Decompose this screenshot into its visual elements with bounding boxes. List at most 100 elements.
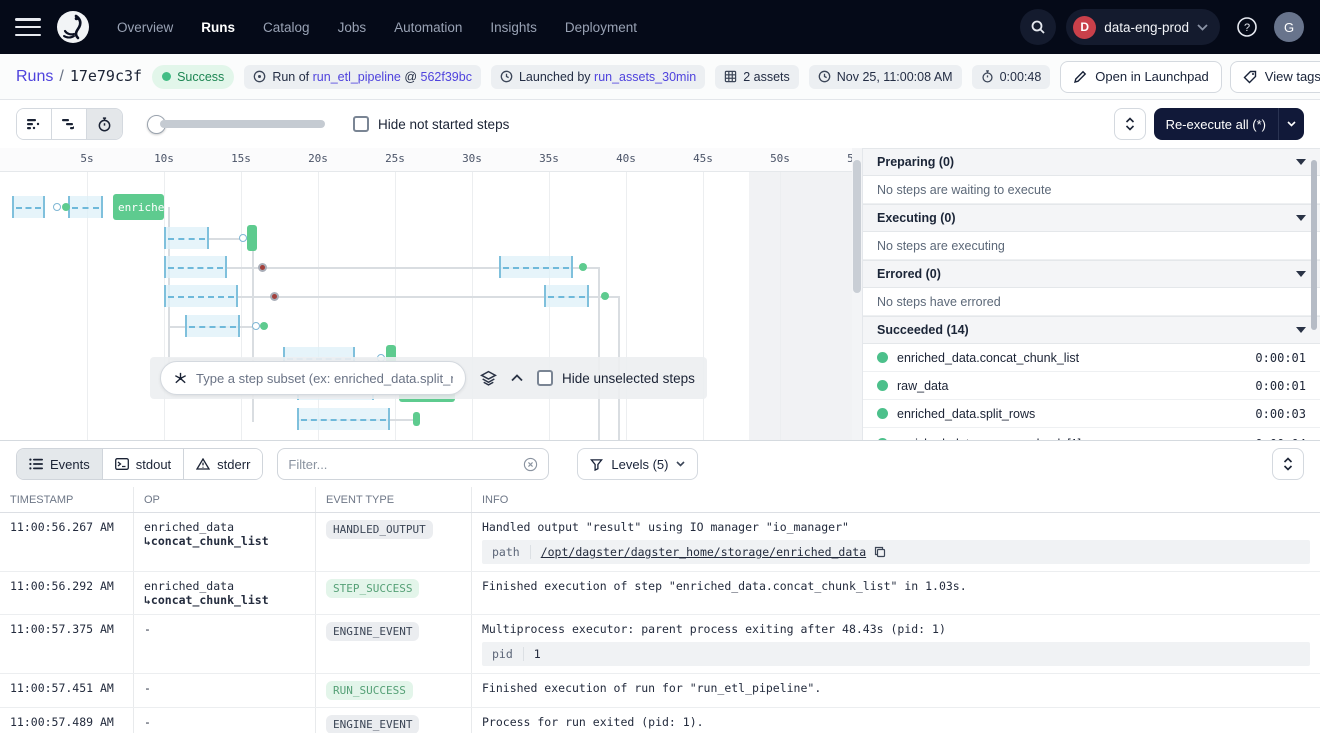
gantt-waiting-box[interactable] bbox=[297, 408, 390, 430]
section-executing[interactable]: Executing (0) bbox=[863, 204, 1320, 232]
section-preparing[interactable]: Preparing (0) bbox=[863, 148, 1320, 176]
levels-filter-button[interactable]: Levels (5) bbox=[577, 448, 699, 480]
gantt-zoom-slider[interactable] bbox=[147, 114, 325, 134]
event-type-badge: ENGINE_EVENT bbox=[326, 715, 420, 733]
tag-start-time: Nov 25, 11:00:08 AM bbox=[808, 64, 962, 89]
collapse-overlay-button[interactable] bbox=[511, 374, 523, 382]
copy-icon[interactable] bbox=[874, 546, 886, 558]
tab-stdout[interactable]: stdout bbox=[102, 449, 185, 479]
schedule-link[interactable]: run_assets_30min bbox=[594, 70, 696, 84]
gantt-waiting-box[interactable] bbox=[499, 256, 573, 278]
gantt-waiting-box[interactable] bbox=[185, 315, 240, 337]
gantt-waiting-box[interactable] bbox=[544, 285, 589, 307]
reexecute-all-button[interactable]: Re-execute all (*) bbox=[1154, 117, 1278, 132]
nav-catalog[interactable]: Catalog bbox=[263, 20, 310, 35]
slider-track[interactable] bbox=[160, 120, 325, 128]
event-row[interactable]: 11:00:56.292 AM enriched_data ↳concat_ch… bbox=[0, 572, 1320, 615]
log-filter-input[interactable] bbox=[288, 456, 516, 472]
gantt-axis-tick: 45s bbox=[693, 152, 713, 165]
gantt-gridline bbox=[472, 172, 473, 440]
step-row[interactable]: enriched_data.process_chunk [1] 0:00:04 bbox=[863, 430, 1320, 440]
chevron-down-icon bbox=[1296, 271, 1306, 277]
expand-collapse-button[interactable] bbox=[1113, 108, 1146, 140]
gantt-waiting-box[interactable] bbox=[12, 196, 45, 218]
step-subset-input[interactable] bbox=[196, 370, 453, 386]
nav-insights[interactable]: Insights bbox=[490, 20, 537, 35]
user-avatar[interactable]: G bbox=[1274, 12, 1304, 42]
breadcrumb-runs-link[interactable]: Runs bbox=[16, 68, 53, 86]
clock-icon bbox=[818, 70, 831, 83]
tab-events[interactable]: Events bbox=[17, 449, 103, 479]
tag-icon bbox=[1243, 70, 1256, 83]
success-dot-icon bbox=[877, 380, 888, 391]
gantt-step-bar[interactable] bbox=[413, 412, 420, 426]
event-op: enriched_data ↳concat_chunk_list bbox=[134, 513, 316, 571]
workspace-badge: D bbox=[1073, 15, 1097, 39]
workspace-switcher[interactable]: D data-eng-prod bbox=[1066, 9, 1220, 45]
step-row[interactable]: enriched_data.split_rows 0:00:03 bbox=[863, 400, 1320, 428]
gantt-step-marker bbox=[239, 233, 247, 242]
storage-path-link[interactable]: /opt/dagster/dagster_home/storage/enrich… bbox=[541, 545, 866, 559]
nav-deployment[interactable]: Deployment bbox=[565, 20, 637, 35]
log-scroll-stepper-button[interactable] bbox=[1272, 448, 1304, 480]
hide-unselected-checkbox[interactable] bbox=[537, 370, 553, 386]
gantt-waiting-box[interactable] bbox=[164, 285, 238, 307]
event-row[interactable]: 11:00:56.267 AM enriched_data ↳concat_ch… bbox=[0, 513, 1320, 572]
gantt-waiting-box[interactable] bbox=[164, 256, 227, 278]
steps-panel-scrollbar-thumb[interactable] bbox=[1311, 160, 1317, 330]
gantt-step-bar[interactable] bbox=[247, 225, 257, 251]
step-row[interactable]: raw_data 0:00:01 bbox=[863, 372, 1320, 400]
gantt-axis-tick: 35s bbox=[539, 152, 559, 165]
log-tabs: Events stdout stderr bbox=[16, 448, 264, 480]
section-succeeded[interactable]: Succeeded (14) bbox=[863, 316, 1320, 344]
gantt-scrollbar-track[interactable] bbox=[852, 148, 862, 440]
section-errored[interactable]: Errored (0) bbox=[863, 260, 1320, 288]
search-button[interactable] bbox=[1020, 9, 1057, 45]
view-tags-config-button[interactable]: View tags and config bbox=[1229, 60, 1320, 93]
nav-automation[interactable]: Automation bbox=[394, 20, 462, 35]
terminal-icon bbox=[114, 458, 129, 470]
clear-filter-icon[interactable] bbox=[523, 457, 538, 472]
flat-view-icon bbox=[27, 119, 40, 130]
event-row[interactable]: 11:00:57.489 AM - ENGINE_EVENT Process f… bbox=[0, 708, 1320, 733]
gantt-waiting-box[interactable] bbox=[164, 227, 209, 249]
hide-not-started-row: Hide not started steps bbox=[353, 116, 509, 132]
commit-link[interactable]: 562f39bc bbox=[421, 70, 472, 84]
gantt-axis-tick: 20s bbox=[308, 152, 328, 165]
open-in-launchpad-button[interactable]: Open in Launchpad bbox=[1060, 60, 1222, 93]
step-row[interactable]: enriched_data.concat_chunk_list 0:00:01 bbox=[863, 344, 1320, 372]
gantt-chart: 5s10s15s20s25s30s35s40s45s50s55s enriche… bbox=[0, 148, 862, 440]
reexecute-options-button[interactable] bbox=[1278, 108, 1304, 140]
dagster-logo-icon[interactable] bbox=[55, 9, 91, 45]
layers-icon[interactable] bbox=[480, 370, 497, 387]
chevron-down-icon bbox=[1197, 23, 1208, 31]
menu-icon[interactable] bbox=[15, 18, 41, 36]
nav-jobs[interactable]: Jobs bbox=[338, 20, 367, 35]
errored-empty-text: No steps have errored bbox=[863, 288, 1320, 316]
breadcrumb: Runs / 17e79c3f bbox=[16, 67, 142, 86]
gantt-waiting-box[interactable] bbox=[68, 196, 103, 218]
help-button[interactable]: ? bbox=[1230, 10, 1264, 44]
gantt-scrollbar-thumb[interactable] bbox=[853, 160, 861, 293]
gantt-step-marker bbox=[579, 262, 587, 271]
top-nav: Overview Runs Catalog Jobs Automation In… bbox=[0, 0, 1320, 54]
gantt-view-flat-button[interactable] bbox=[17, 109, 52, 139]
nav-overview[interactable]: Overview bbox=[117, 20, 173, 35]
stopwatch-icon bbox=[981, 70, 993, 83]
gantt-view-waterfall-button[interactable] bbox=[52, 109, 87, 139]
gantt-gridline bbox=[703, 172, 704, 440]
gantt-canvas[interactable]: enriche…enriche… bbox=[0, 172, 862, 440]
gantt-view-timed-button[interactable] bbox=[87, 109, 122, 139]
hide-not-started-checkbox[interactable] bbox=[353, 116, 369, 132]
nav-runs[interactable]: Runs bbox=[201, 20, 235, 35]
job-link[interactable]: run_etl_pipeline bbox=[313, 70, 401, 84]
gantt-view-mode-group bbox=[16, 108, 123, 140]
op-selector-icon bbox=[175, 372, 186, 383]
tag-assets[interactable]: 2 assets bbox=[715, 64, 799, 89]
tab-stderr[interactable]: stderr bbox=[184, 449, 263, 479]
event-row[interactable]: 11:00:57.451 AM - RUN_SUCCESS Finished e… bbox=[0, 674, 1320, 708]
gantt-step-bar[interactable]: enriche… bbox=[113, 194, 164, 220]
steps-status-panel: Preparing (0) No steps are waiting to ex… bbox=[862, 148, 1320, 440]
event-row[interactable]: 11:00:57.375 AM - ENGINE_EVENT Multiproc… bbox=[0, 615, 1320, 674]
gantt-step-marker bbox=[258, 262, 267, 272]
